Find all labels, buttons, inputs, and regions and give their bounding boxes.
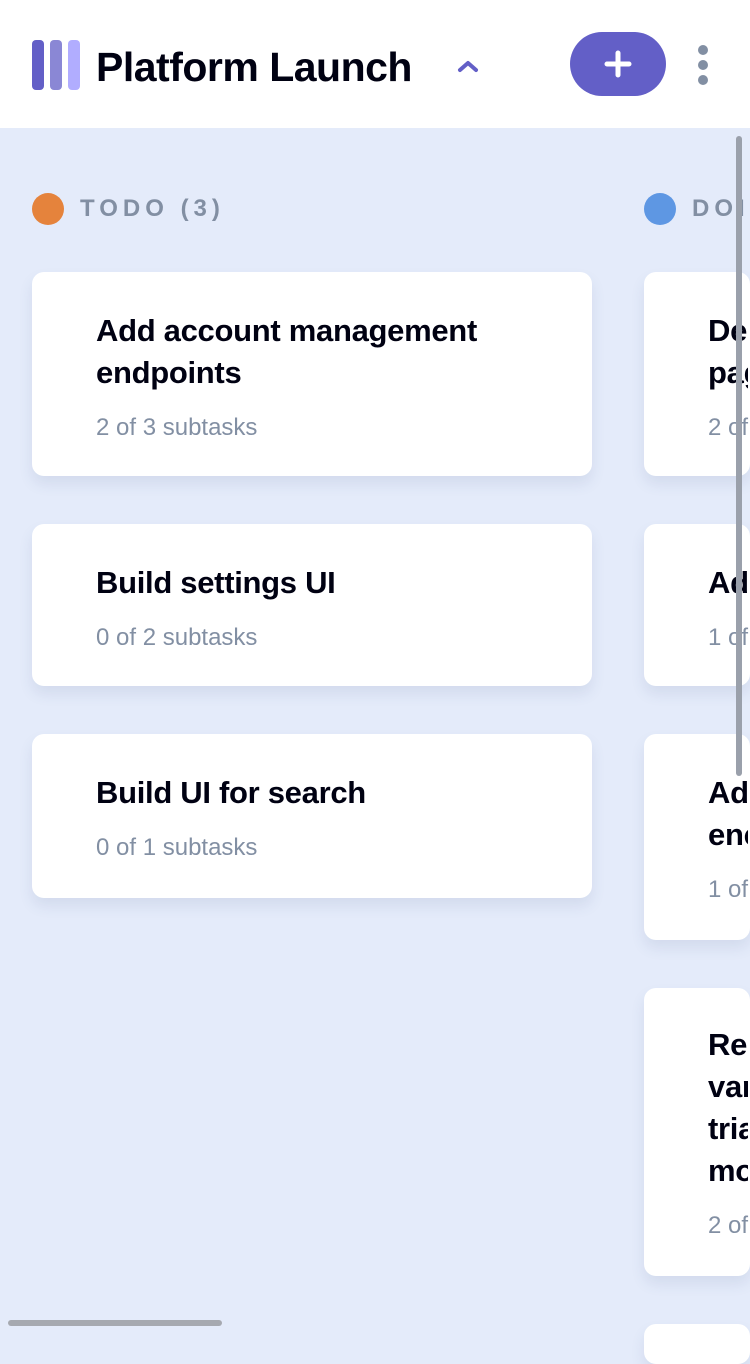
task-subtasks: 2 of — [708, 414, 749, 441]
add-task-button[interactable] — [570, 32, 666, 96]
task-card[interactable]: De pag 2 of — [644, 272, 750, 476]
task-card[interactable]: Build settings UI 0 of 2 subtasks — [32, 524, 592, 686]
task-title: Res var tria mo — [708, 1027, 748, 1188]
vertical-scrollbar[interactable] — [736, 136, 742, 776]
task-subtasks: 2 of 3 subtasks — [96, 414, 258, 441]
chevron-up-icon[interactable] — [456, 56, 480, 76]
doing-status-dot — [644, 193, 676, 225]
task-title: Add account management endpoints — [96, 313, 477, 390]
task-title: Ad enc — [708, 775, 748, 852]
task-card[interactable]: Ad 1 of — [644, 524, 750, 686]
app-header: Platform Launch — [0, 0, 750, 128]
todo-status-dot — [32, 193, 64, 225]
task-card[interactable]: Add account management endpoints 2 of 3 … — [32, 272, 592, 476]
task-subtasks: 1 of — [708, 876, 749, 903]
board-title[interactable]: Platform Launch — [96, 40, 412, 94]
column-header-todo: TODO (3) — [32, 192, 225, 226]
task-subtasks: 0 of 2 subtasks — [96, 624, 258, 651]
task-title: De pag — [708, 313, 748, 390]
task-card[interactable]: Build UI for search 0 of 1 subtasks — [32, 734, 592, 898]
task-title: Build UI for search — [96, 775, 366, 810]
task-subtasks: 1 of — [708, 624, 749, 651]
column-label: TODO (3) — [80, 195, 225, 222]
plus-icon — [604, 50, 632, 78]
task-card[interactable]: Res var tria mo 2 of — [644, 988, 750, 1276]
vertical-ellipsis-icon[interactable] — [690, 40, 716, 90]
task-title: Build settings UI — [96, 565, 336, 600]
task-subtasks: 2 of — [708, 1212, 749, 1239]
horizontal-scrollbar[interactable] — [8, 1320, 222, 1326]
column-header-doing: DOI — [644, 192, 750, 226]
board-logo-icon — [32, 40, 80, 90]
task-card[interactable] — [644, 1324, 750, 1364]
task-card[interactable]: Ad enc 1 of — [644, 734, 750, 940]
task-subtasks: 0 of 1 subtasks — [96, 834, 258, 861]
task-title: Ad — [708, 565, 748, 600]
